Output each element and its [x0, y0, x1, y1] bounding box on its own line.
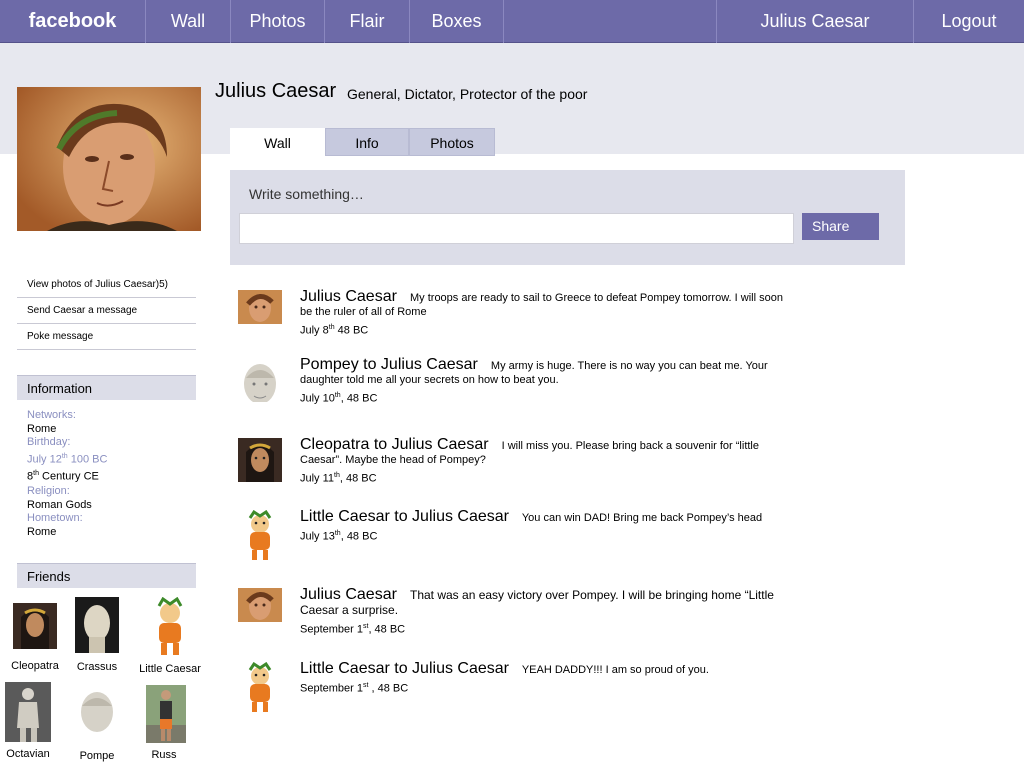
info-value: July 12th 100 BC [27, 453, 108, 466]
poke-message-link[interactable]: Poke message [17, 324, 196, 350]
post-date: July 13th, 48 BC [300, 530, 378, 543]
friend-name[interactable]: Little Caesar [135, 663, 205, 675]
friend-photo[interactable] [75, 597, 119, 653]
tab-wall[interactable]: Wall [230, 128, 325, 156]
friend-russ[interactable]: Russ [146, 685, 186, 761]
friend-little-caesar[interactable]: Little Caesar [135, 597, 205, 675]
friend-crassus[interactable]: Crassus [70, 597, 124, 673]
information-list: Networks: Rome Birthday: July 12th 100 B… [27, 409, 107, 540]
composer-prompt: Write something… [249, 186, 364, 202]
share-button[interactable]: Share [802, 213, 879, 240]
profile-name: Julius Caesar [215, 80, 337, 102]
send-message-link[interactable]: Send Caesar a message [17, 298, 196, 324]
profile-tagline: General, Dictator, Protector of the poor [347, 86, 588, 102]
info-label: Religion: [27, 484, 70, 497]
friend-name[interactable]: Cleopatra [5, 660, 65, 672]
info-label: Hometown: [27, 512, 83, 525]
friend-name[interactable]: Octavian [0, 748, 56, 760]
information-heading: Information [17, 375, 196, 400]
caesar-avatar[interactable] [238, 588, 282, 632]
cleopatra-avatar[interactable] [238, 438, 282, 482]
friend-cleopatra[interactable]: Cleopatra [5, 603, 65, 672]
post-author[interactable]: Little Caesar to Julius Caesar [300, 660, 509, 677]
friend-photo[interactable] [146, 685, 186, 743]
friend-name[interactable]: Pompe [72, 750, 122, 762]
post-message: You can win DAD! Bring me back Pompey’s … [521, 512, 763, 524]
nav-flair[interactable]: Flair [325, 0, 410, 43]
friend-name[interactable]: Crassus [70, 661, 124, 673]
post-date: September 1st , 48 BC [300, 682, 409, 695]
post-author[interactable]: Julius Caesar [300, 288, 397, 305]
tab-photos[interactable]: Photos [409, 128, 495, 156]
caesar-avatar[interactable] [238, 290, 282, 334]
post-date: July 11th, 48 BC [300, 472, 377, 485]
logout-button[interactable]: Logout [914, 0, 1024, 43]
nav-boxes[interactable]: Boxes [410, 0, 504, 43]
post-author[interactable]: Pompey to Julius Caesar [300, 356, 478, 373]
post-date: July 10th, 48 BC [300, 392, 378, 405]
post-author[interactable]: Julius Caesar [300, 586, 397, 603]
post-date: July 8th 48 BC [300, 324, 369, 337]
friend-photo[interactable] [5, 682, 51, 742]
wall-post-input[interactable] [239, 213, 794, 244]
nav-wall[interactable]: Wall [146, 0, 231, 43]
post-date: September 1st, 48 BC [300, 623, 406, 636]
info-value[interactable]: Rome [27, 423, 107, 437]
wall-composer: Write something… Share [230, 170, 905, 265]
friend-photo[interactable] [13, 603, 57, 649]
little-caesar-avatar[interactable] [238, 510, 282, 564]
nav-user-name[interactable]: Julius Caesar [716, 0, 914, 43]
friend-photo[interactable] [146, 597, 194, 657]
friend-pompe[interactable]: Pompe [72, 686, 122, 762]
facebook-logo[interactable]: facebook [0, 0, 146, 43]
post-author[interactable]: Little Caesar to Julius Caesar [300, 508, 509, 525]
friend-name[interactable]: Russ [146, 749, 182, 761]
little-caesar-avatar[interactable] [238, 662, 282, 716]
info-label: Networks: [27, 409, 76, 421]
info-label: Birthday: [27, 436, 71, 449]
post-author[interactable]: Cleopatra to Julius Caesar [300, 436, 489, 453]
top-navigation-bar: facebook Wall Photos Flair Boxes Julius … [0, 0, 1024, 43]
nav-photos[interactable]: Photos [231, 0, 325, 43]
friend-photo[interactable] [74, 686, 120, 740]
info-value[interactable]: Roman Gods [27, 499, 107, 513]
view-photos-link[interactable]: View photos of Julius Caesar)5) [17, 272, 196, 298]
tab-info[interactable]: Info [325, 128, 409, 156]
info-value[interactable]: Rome [27, 526, 107, 540]
info-value: 8th Century CE [27, 470, 99, 484]
pompey-avatar[interactable] [238, 358, 282, 402]
post-message: YEAH DADDY!!! I am so proud of you. [521, 664, 709, 676]
friend-octavian[interactable]: Octavian [0, 682, 56, 760]
profile-photo[interactable] [17, 87, 201, 231]
friends-heading: Friends [17, 563, 196, 588]
